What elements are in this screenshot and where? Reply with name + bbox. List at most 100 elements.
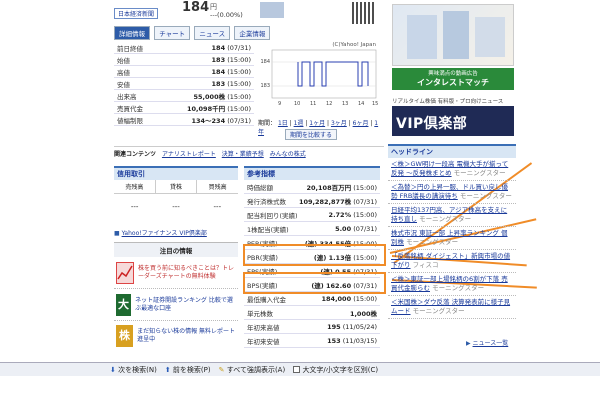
reference-value: 109,282,877株 bbox=[298, 197, 352, 206]
credit-panel: 信用取引 売残高 貸株 買残高 --- --- --- bbox=[114, 166, 238, 220]
reference-row: 配当利回り(実績) 2.72% (15:00) bbox=[244, 208, 380, 222]
reference-time: (15:00) bbox=[353, 183, 377, 192]
tab-chart[interactable]: チャート bbox=[154, 26, 191, 40]
quote-row: 売買代金 10,098千円 (15:00) bbox=[114, 102, 254, 114]
reference-row: 年初来高値 195 (11/05/24) bbox=[244, 320, 380, 334]
quote-time: (07/31) bbox=[227, 116, 251, 125]
news-item[interactable]: ＜株＞GW明け一段高 電機大手が揃って反発 ～反発株まとめ モーニングスター bbox=[388, 158, 516, 181]
quote-value: 183 bbox=[211, 55, 226, 64]
reference-value: 184,000 bbox=[321, 294, 352, 303]
news-item[interactable]: 株式市況 東証一部 上昇率ランキング 個別株 モーニングスター bbox=[388, 227, 516, 250]
price-change: ---(0.00%) bbox=[210, 11, 243, 19]
intraday-chart: (C)Yahoo! Japan 184 183 9 10 11 12 13 14… bbox=[258, 42, 378, 117]
news-item[interactable]: 日経平均137円高、アジア株高を支えに持ち直し モーニングスター bbox=[388, 204, 516, 227]
compare-button[interactable]: 期間を比較する bbox=[285, 129, 338, 140]
interest-match-ad[interactable]: 興味満点の動画広告 インタレストマッチ bbox=[392, 68, 514, 90]
featured-item[interactable]: 株 まだ知らない株の情報 無料レポート進呈中 bbox=[114, 321, 238, 351]
featured-text: ネット証券開設ランキング 比較で選ぶ最適な口座 bbox=[135, 296, 233, 312]
news-more-link[interactable]: ▶ ニュース一覧 bbox=[466, 338, 508, 347]
x-tick: 14 bbox=[358, 101, 364, 107]
news-source: モーニングスター bbox=[453, 169, 506, 177]
realtime-label: リアルタイム株価 有料版・プロ向けニュース bbox=[392, 99, 504, 105]
quote-time: (15:00) bbox=[227, 79, 251, 88]
reference-row: 発行済株式数 109,282,877株 (07/31) bbox=[244, 194, 380, 208]
credit-value: --- bbox=[213, 203, 222, 211]
quote-label: 始値 bbox=[117, 56, 130, 65]
reference-value: 20,108百万円 bbox=[306, 183, 352, 192]
quote-label: 値幅制限 bbox=[117, 116, 143, 125]
featured-item[interactable]: 株を買う前に知るべきことは？トレーダーズチャートの無料体験 bbox=[114, 257, 238, 289]
info-icon: ■ bbox=[114, 230, 120, 237]
reference-label: 単元株数 bbox=[247, 309, 273, 318]
x-tick: 12 bbox=[326, 101, 332, 107]
quote-row: 値幅制限 134〜234 (07/31) bbox=[114, 114, 254, 126]
news-source: モーニングスター bbox=[419, 215, 472, 223]
news-item[interactable]: ＜株＞東証一部上場銘柄の6割が下落 売買代金膨らむ モーニングスター bbox=[388, 273, 516, 296]
logo-badge bbox=[260, 2, 284, 18]
headline-panel: ヘッドライン ＜株＞GW明け一段高 電機大手が揃って反発 ～反発株まとめ モーニ… bbox=[388, 144, 516, 319]
news-item[interactable]: ＜為替＞円の上昇一服、ドル買い戻し優勢 FRB議長の講演待ち モーニングスター bbox=[388, 181, 516, 204]
find-bar: ⬇ 次を検索(N) ⬆ 前を検索(P) ✎ すべて強調表示(A) 大文字/小文字… bbox=[0, 362, 600, 376]
y-tick: 184 bbox=[260, 59, 270, 65]
reference-row: 単元株数 1,000株 bbox=[244, 306, 380, 320]
highlight-all-button[interactable]: ✎ すべて強調表示(A) bbox=[219, 365, 286, 375]
range-3m[interactable]: 3ヶ月 bbox=[331, 120, 347, 127]
highlight-pbr bbox=[243, 244, 386, 266]
arrow-up-icon: ⬆ bbox=[164, 365, 171, 374]
reference-value: 153 bbox=[327, 336, 341, 345]
x-tick: 10 bbox=[294, 101, 300, 107]
quote-label: 出来高 bbox=[117, 92, 137, 101]
chart-icon bbox=[116, 261, 134, 284]
range-label: 期間： bbox=[258, 120, 277, 127]
quote-time: (07/31) bbox=[227, 43, 251, 52]
reference-time: (07/31) bbox=[353, 224, 377, 233]
related-link-community[interactable]: みんなの株式 bbox=[270, 151, 306, 158]
reference-row: 最低購入代金 184,000 (15:00) bbox=[244, 292, 380, 306]
reference-value: 2.72% bbox=[328, 210, 352, 219]
tab-news[interactable]: ニュース bbox=[194, 26, 231, 40]
quote-row: 高値 184 (15:00) bbox=[114, 66, 254, 78]
news-item[interactable]: ＜米国株＞ダウ反落 決算発表前に様子見ムード モーニングスター bbox=[388, 296, 516, 319]
quote-label: 高値 bbox=[117, 68, 130, 77]
reference-time: (11/03/15) bbox=[342, 336, 377, 345]
quote-value: 10,098千円 bbox=[187, 104, 226, 113]
range-1d[interactable]: 1日 bbox=[278, 120, 288, 127]
news-source: モーニングスター bbox=[412, 307, 465, 315]
reference-row: 年初来安値 153 (11/03/15) bbox=[244, 334, 380, 348]
vip-notice-link[interactable]: ■ Yahoo!ファイナンス VIP倶楽部 bbox=[114, 228, 207, 237]
match-case-checkbox[interactable]: 大文字/小文字を区別(C) bbox=[293, 365, 378, 375]
related-link-analyst[interactable]: アナリストレポート bbox=[162, 151, 216, 158]
ad-thumbnail-strip bbox=[392, 4, 514, 66]
reference-label: 配当利回り(実績) bbox=[247, 211, 298, 220]
featured-item[interactable]: 大 ネット証券開設ランキング 比較で選ぶ最適な口座 bbox=[114, 289, 238, 321]
find-prev-button[interactable]: ⬆ 前を検索(P) bbox=[165, 365, 211, 375]
related-title: 関連コンテンツ bbox=[114, 151, 157, 158]
featured-text: まだ知らない株の情報 無料レポート進呈中 bbox=[137, 328, 235, 343]
vip-club-banner[interactable]: VIP倶楽部 bbox=[392, 106, 514, 136]
news-item[interactable]: 「反落銘柄 ダイジェスト」新興市場の値下がり フィスコ bbox=[388, 250, 516, 273]
range-1m[interactable]: 1ヶ月 bbox=[309, 120, 325, 127]
reference-label: 年初来安値 bbox=[247, 337, 280, 346]
reference-label: 1株配当(実績) bbox=[247, 225, 289, 234]
current-price: 184 bbox=[182, 0, 210, 15]
qr-code bbox=[352, 2, 374, 24]
quote-table: 前日終値 184 (07/31) 始値 183 (15:00) 高値 184 (15:… bbox=[114, 42, 254, 126]
news-text[interactable]: 「反落銘柄 ダイジェスト」新興市場の値下がり bbox=[391, 252, 510, 269]
tab-company[interactable]: 企業情報 bbox=[234, 26, 271, 40]
related-link-earnings[interactable]: 決算・業績予想 bbox=[222, 151, 264, 158]
find-next-button[interactable]: ⬇ 次を検索(N) bbox=[110, 365, 157, 375]
quote-value: 183 bbox=[211, 79, 226, 88]
reference-time: (15:00) bbox=[353, 294, 377, 303]
quote-row: 安値 183 (15:00) bbox=[114, 78, 254, 90]
chart-plot: 184 183 9 10 11 12 13 14 15 bbox=[260, 49, 378, 107]
reference-time: (07/31) bbox=[353, 197, 377, 206]
quote-row: 前日終値 184 (07/31) bbox=[114, 42, 254, 54]
x-tick: 11 bbox=[310, 101, 316, 107]
credit-value: --- bbox=[172, 203, 180, 211]
news-source: フィスコ bbox=[412, 261, 439, 269]
credit-title: 信用取引 bbox=[114, 166, 238, 180]
range-6m[interactable]: 6ヶ月 bbox=[353, 120, 369, 127]
tab-detail[interactable]: 詳細情報 bbox=[114, 26, 150, 40]
range-1w[interactable]: 1週 bbox=[294, 120, 304, 127]
pencil-icon: ✎ bbox=[218, 365, 225, 374]
